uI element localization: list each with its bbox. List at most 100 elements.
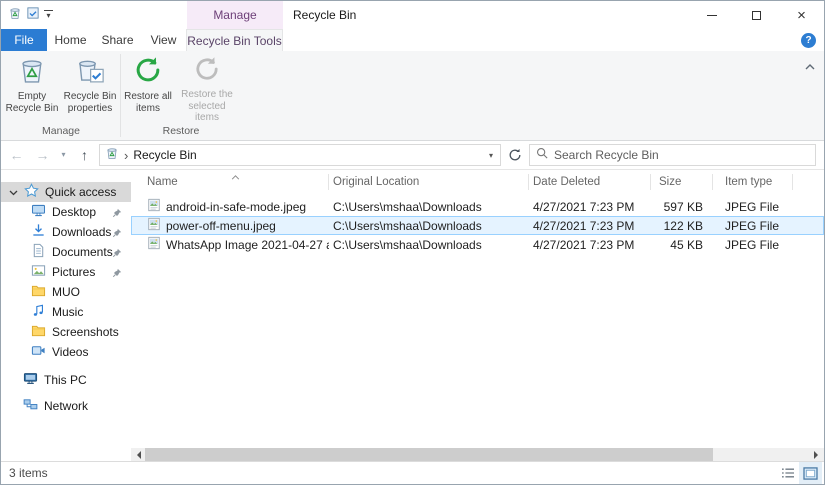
chevron-expander-icon[interactable] xyxy=(9,185,18,199)
refresh-button[interactable] xyxy=(504,144,526,166)
sidebar-item-videos[interactable]: Videos xyxy=(1,342,131,362)
column-header-name[interactable]: Name xyxy=(131,174,329,190)
maximize-icon xyxy=(752,11,761,20)
items-count: 3 items xyxy=(9,466,48,480)
group-label-manage: Manage xyxy=(3,125,119,140)
window-title: Recycle Bin xyxy=(293,1,356,29)
recycle-bin-properties-icon xyxy=(75,55,105,89)
restore-all-items-button[interactable]: Restore all items xyxy=(122,54,174,115)
sidebar-item-this-pc[interactable]: This PC xyxy=(1,370,131,390)
ribbon-tab-row: File Home Share View Recycle Bin Tools ? xyxy=(1,29,824,51)
pin-icon xyxy=(112,247,122,261)
refresh-icon xyxy=(508,148,522,162)
star-icon xyxy=(24,183,39,201)
recycle-bin-location-icon xyxy=(105,146,119,165)
recent-locations-dropdown[interactable]: ▾ xyxy=(57,144,70,167)
chevron-up-icon xyxy=(805,64,815,70)
scrollbar-track[interactable] xyxy=(145,448,810,461)
main-content: Quick access Desktop Downloads Documents… xyxy=(1,170,824,461)
breadcrumb[interactable]: Recycle Bin xyxy=(133,148,196,162)
triangle-right-icon xyxy=(814,451,822,459)
sidebar-item-documents[interactable]: Documents xyxy=(1,242,131,262)
file-item-type: JPEG File xyxy=(713,200,793,214)
downloads-icon xyxy=(31,223,46,241)
sidebar-item-desktop[interactable]: Desktop xyxy=(1,202,131,222)
file-date-deleted: 4/27/2021 7:23 PM xyxy=(529,238,651,252)
sidebar-item-downloads[interactable]: Downloads xyxy=(1,222,131,242)
thumbnail-view-icon xyxy=(803,467,818,480)
minimize-button[interactable] xyxy=(689,1,734,29)
sidebar-item-screenshots[interactable]: Screenshots xyxy=(1,322,131,342)
recycle-bin-properties-label: Recycle Bin properties xyxy=(63,91,117,115)
properties-shortcut-icon[interactable] xyxy=(27,6,39,24)
window-controls: × xyxy=(689,1,824,29)
sidebar-item-music[interactable]: Music xyxy=(1,302,131,322)
sidebar-item-label: Pictures xyxy=(52,265,95,279)
pin-icon xyxy=(112,227,122,241)
minimize-icon xyxy=(707,15,717,16)
sidebar-item-pictures[interactable]: Pictures xyxy=(1,262,131,282)
back-button[interactable]: ← xyxy=(5,144,28,167)
address-box[interactable]: › Recycle Bin ▾ xyxy=(99,144,501,166)
video-icon xyxy=(31,343,46,361)
scroll-right-arrow[interactable] xyxy=(810,448,824,461)
up-button[interactable]: ↑ xyxy=(73,144,96,167)
music-icon xyxy=(31,303,46,321)
tab-view[interactable]: View xyxy=(141,29,186,51)
thumbnail-view-button[interactable] xyxy=(799,462,822,484)
restore-selected-items-button[interactable]: Restore the selected items xyxy=(174,54,240,125)
pin-icon xyxy=(112,267,122,281)
sidebar-item-muo[interactable]: MUO xyxy=(1,282,131,302)
help-icon[interactable]: ? xyxy=(801,33,816,48)
tab-file[interactable]: File xyxy=(1,29,47,51)
column-header-date-deleted[interactable]: Date Deleted xyxy=(529,174,651,190)
scroll-left-arrow[interactable] xyxy=(131,448,145,461)
file-original-location: C:\Users\mshaa\Downloads xyxy=(329,238,529,252)
file-row[interactable]: WhatsApp Image 2021-04-27 at 19.... C:\U… xyxy=(131,235,824,254)
horizontal-scrollbar[interactable] xyxy=(131,448,824,461)
file-row[interactable]: android-in-safe-mode.jpeg C:\Users\mshaa… xyxy=(131,197,824,216)
file-name: android-in-safe-mode.jpeg xyxy=(166,200,306,214)
column-header-original-location[interactable]: Original Location xyxy=(329,174,529,190)
empty-recycle-bin-icon xyxy=(17,55,47,89)
sidebar-item-label: Videos xyxy=(52,345,88,359)
file-size: 122 KB xyxy=(651,219,713,233)
file-row-selected[interactable]: power-off-menu.jpeg C:\Users\mshaa\Downl… xyxy=(131,216,824,235)
scrollbar-thumb[interactable] xyxy=(145,448,713,461)
pictures-icon xyxy=(31,263,46,281)
tab-home[interactable]: Home xyxy=(47,29,94,51)
address-dropdown-icon[interactable]: ▾ xyxy=(489,151,495,160)
file-item-type: JPEG File xyxy=(713,238,793,252)
folder-icon xyxy=(31,283,46,301)
breadcrumb-chevron-icon: › xyxy=(124,149,128,162)
sidebar-item-network[interactable]: Network xyxy=(1,396,131,416)
chevron-down-icon: ▾ xyxy=(61,151,65,159)
tab-share[interactable]: Share xyxy=(94,29,141,51)
network-icon xyxy=(23,397,38,415)
sidebar-item-label: MUO xyxy=(52,285,80,299)
ribbon-group-restore: Restore all items Restore the selected i… xyxy=(122,51,240,140)
sidebar-item-label: Quick access xyxy=(45,185,116,199)
sidebar-item-label: Downloads xyxy=(52,225,111,239)
file-name: WhatsApp Image 2021-04-27 at 19.... xyxy=(166,238,329,252)
empty-recycle-bin-button[interactable]: Empty Recycle Bin xyxy=(3,54,61,115)
forward-button[interactable]: → xyxy=(31,144,54,167)
title-bar: ▾ Manage Recycle Bin × xyxy=(1,1,824,29)
restore-selected-items-label: Restore the selected items xyxy=(176,89,238,124)
ribbon: Empty Recycle Bin Recycle Bin properties… xyxy=(1,51,824,141)
close-button[interactable]: × xyxy=(779,1,824,29)
jpeg-file-icon xyxy=(147,236,161,253)
sidebar-item-quick-access[interactable]: Quick access xyxy=(1,182,131,202)
collapse-ribbon-button[interactable] xyxy=(805,57,815,75)
recycle-bin-properties-button[interactable]: Recycle Bin properties xyxy=(61,54,119,115)
tab-recycle-bin-tools[interactable]: Recycle Bin Tools xyxy=(186,29,283,51)
group-label-restore: Restore xyxy=(122,125,240,140)
search-input[interactable] xyxy=(554,148,809,162)
maximize-button[interactable] xyxy=(734,1,779,29)
column-header-size[interactable]: Size xyxy=(651,174,713,190)
search-box xyxy=(529,144,816,166)
details-view-button[interactable] xyxy=(776,462,799,484)
recycle-bin-app-icon[interactable] xyxy=(8,6,22,25)
customize-quick-access-toolbar-icon[interactable]: ▾ xyxy=(44,10,53,20)
column-header-item-type[interactable]: Item type xyxy=(713,174,793,190)
